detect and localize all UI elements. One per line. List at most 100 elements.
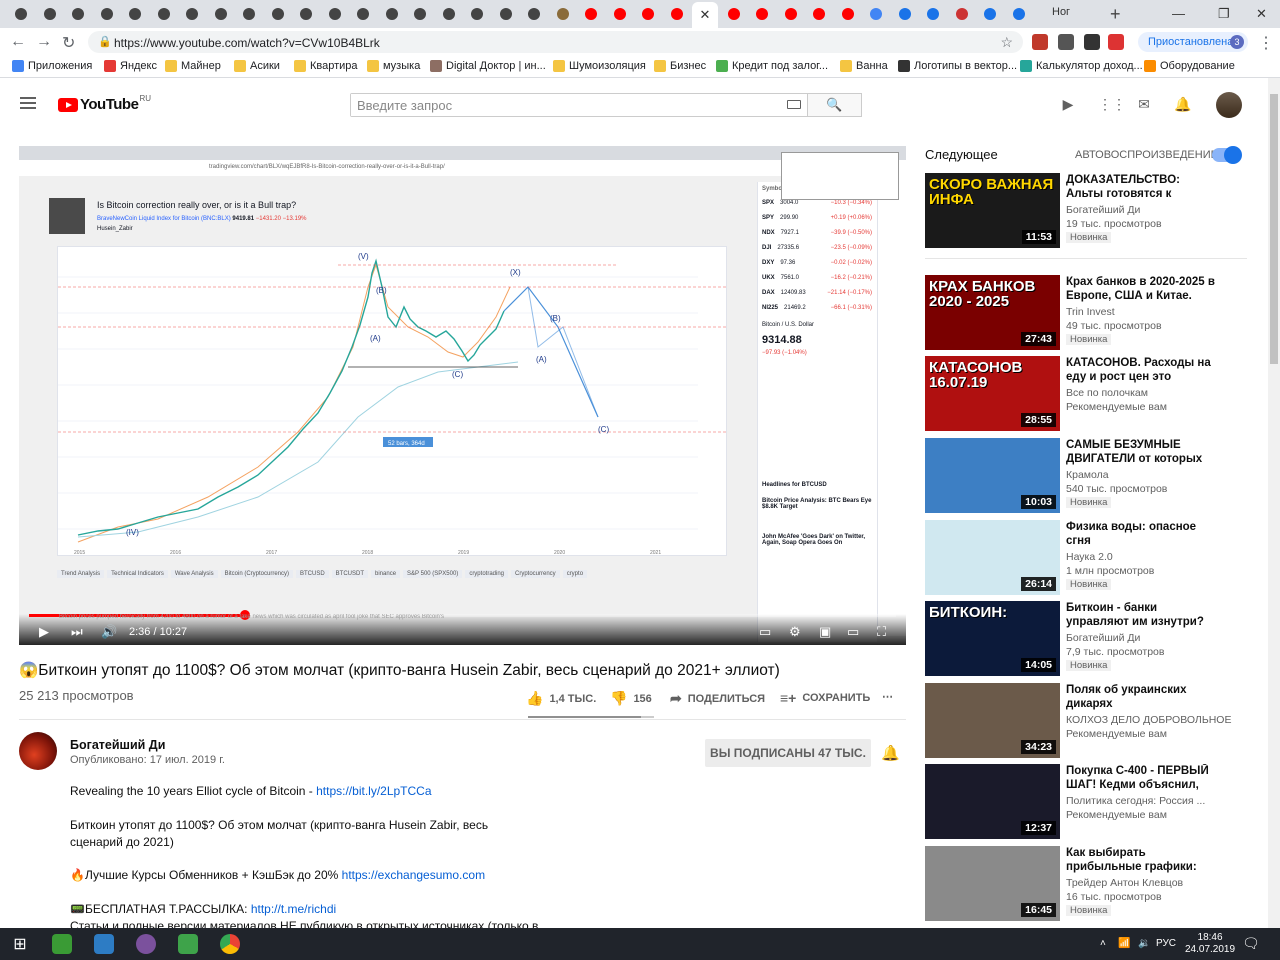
windows-start-icon[interactable]: ⊞ <box>10 934 30 954</box>
browser-tab[interactable] <box>8 4 34 24</box>
browser-tab[interactable] <box>949 4 975 24</box>
reload-icon[interactable]: ↻ <box>62 33 75 53</box>
recommended-video-title[interactable]: Поляк об украинских дикарях <box>1066 683 1218 711</box>
url-text[interactable]: https://www.youtube.com/watch?v=CVw10B4B… <box>114 36 380 50</box>
browser-tab[interactable] <box>721 4 747 24</box>
browser-tab[interactable] <box>37 4 63 24</box>
bookmark-item[interactable]: Digital Доктор | ин... <box>430 60 546 72</box>
play-icon[interactable]: ▶ <box>39 624 49 640</box>
extension-icon[interactable] <box>1084 34 1100 50</box>
video-thumbnail[interactable]: 12:37 <box>925 764 1060 839</box>
browser-tab[interactable] <box>664 4 690 24</box>
action-center-icon[interactable]: 🗨 <box>1242 935 1260 952</box>
recommended-video[interactable]: 10:03 САМЫЕ БЕЗУМНЫЕ ДВИГАТЕЛИ от которых… <box>925 438 1255 514</box>
browser-tab[interactable] <box>464 4 490 24</box>
bookmark-item[interactable]: Бизнес <box>654 60 706 72</box>
bookmark-item[interactable]: Ванна <box>840 60 888 72</box>
theater-mode-icon[interactable]: ▭ <box>847 624 859 640</box>
bookmark-item[interactable]: Логотипы в вектор... <box>898 60 1017 72</box>
description-link[interactable]: https://exchangesumo.com <box>342 868 485 882</box>
recommended-video-title[interactable]: Физика воды: опасное сгня <box>1066 520 1218 548</box>
restore-window-icon[interactable]: ❐ <box>1218 6 1230 22</box>
subscribed-button[interactable]: ВЫ ПОДПИСАНЫ 47 ТЫС. <box>705 739 871 767</box>
video-thumbnail[interactable]: БИТКОИН: 14:05 <box>925 601 1060 676</box>
video-thumbnail[interactable]: 26:14 <box>925 520 1060 595</box>
miniplayer-icon[interactable]: ▣ <box>819 624 831 640</box>
account-avatar[interactable] <box>1216 92 1242 118</box>
video-thumbnail[interactable]: КАТАСОНОВ 16.07.19 28:55 <box>925 356 1060 431</box>
recommended-video-title[interactable]: КАТАСОНОВ. Расходы на еду и рост цен это… <box>1066 356 1218 384</box>
extension-icon[interactable] <box>1032 34 1048 50</box>
recommended-channel-name[interactable]: Политика сегодня: Россия ... <box>1066 795 1205 807</box>
notification-bell-icon[interactable]: 🔔 <box>881 744 900 762</box>
more-actions-icon[interactable]: ⋯ <box>882 690 893 703</box>
recommended-video[interactable]: 26:14 Физика воды: опасное сгня Наука 2.0 1… <box>925 520 1255 596</box>
next-icon[interactable]: ⏭ <box>71 624 83 640</box>
browser-tab[interactable] <box>236 4 262 24</box>
recommended-channel-name[interactable]: Наука 2.0 <box>1066 551 1113 563</box>
recommended-video-title[interactable]: Как выбирать прибыльные графики: самые п… <box>1066 846 1218 874</box>
search-button[interactable]: 🔍 <box>808 93 862 117</box>
bookmark-item[interactable]: Оборудование <box>1144 60 1235 72</box>
browser-tab[interactable] <box>293 4 319 24</box>
recommended-video[interactable]: СКОРО ВАЖНАЯ ИНФА 11:53 ДОКАЗАТЕЛЬСТВО: Ал… <box>925 173 1255 249</box>
back-icon[interactable]: ← <box>10 33 26 51</box>
news-item[interactable]: Bitcoin Price Analysis: BTC Bears Eye $8… <box>762 498 872 510</box>
browser-tab[interactable] <box>778 4 804 24</box>
recommended-video[interactable]: КАТАСОНОВ 16.07.19 28:55 КАТАСОНОВ. Расход… <box>925 356 1255 432</box>
system-clock[interactable]: 18:46 24.07.2019 <box>1185 932 1235 956</box>
like-button[interactable]: 👍 1,4 ТЫС. <box>526 690 596 707</box>
browser-tab[interactable] <box>122 4 148 24</box>
recommended-video-title[interactable]: САМЫЕ БЕЗУМНЫЕ ДВИГАТЕЛИ от которых у... <box>1066 438 1218 466</box>
forward-icon[interactable]: → <box>36 33 52 51</box>
browser-tab[interactable] <box>977 4 1003 24</box>
close-window-icon[interactable]: ✕ <box>1256 6 1267 22</box>
video-thumbnail[interactable]: СКОРО ВАЖНАЯ ИНФА 11:53 <box>925 173 1060 248</box>
browser-tab[interactable] <box>322 4 348 24</box>
hamburger-menu-icon[interactable] <box>20 97 36 109</box>
menu-icon[interactable]: ⋮ <box>1258 33 1274 53</box>
subtitles-icon[interactable]: ▭ <box>759 624 771 640</box>
apps-grid-icon[interactable]: ⋮⋮ <box>1098 96 1126 112</box>
messages-icon[interactable]: ✉ <box>1136 96 1152 112</box>
create-video-icon[interactable]: ▶ <box>1060 96 1076 112</box>
browser-tab[interactable] <box>635 4 661 24</box>
browser-tab[interactable] <box>835 4 861 24</box>
keyboard-icon[interactable] <box>787 100 801 109</box>
video-thumbnail[interactable]: 34:23 <box>925 683 1060 758</box>
video-thumbnail[interactable]: 10:03 <box>925 438 1060 513</box>
volume-tray-icon[interactable]: 🔉 <box>1138 938 1150 949</box>
browser-tab[interactable] <box>920 4 946 24</box>
browser-tab[interactable] <box>806 4 832 24</box>
extension-icon[interactable] <box>1108 34 1124 50</box>
browser-tab[interactable] <box>208 4 234 24</box>
browser-tab[interactable] <box>607 4 633 24</box>
bookmark-item[interactable]: Яндекс <box>104 60 157 72</box>
youtube-logo[interactable]: YouTube RU <box>58 94 151 113</box>
browser-tab[interactable]: ✕ <box>692 2 718 28</box>
recommended-video-title[interactable]: Крах банков в 2020-2025 в Европе, США и … <box>1066 275 1218 303</box>
recommended-video[interactable]: 12:37 Покупка С-400 - ПЕРВЫЙ ШАГ! Кедми о… <box>925 764 1255 840</box>
browser-tab[interactable] <box>863 4 889 24</box>
address-bar[interactable]: 🔒 https://www.youtube.com/watch?v=CVw10B… <box>88 31 1023 53</box>
recommended-channel-name[interactable]: Трейдер Антон Клевцов <box>1066 877 1183 889</box>
search-input[interactable] <box>351 94 771 116</box>
browser-tab[interactable] <box>892 4 918 24</box>
tab-title[interactable]: Ног <box>1052 6 1070 18</box>
share-button[interactable]: ➦ ПОДЕЛИТЬСЯ <box>670 690 765 707</box>
notifications-bell-icon[interactable]: 🔔 <box>1174 96 1191 112</box>
recommended-video[interactable]: КРАХ БАНКОВ 2020 - 2025 27:43 Крах банков … <box>925 275 1255 351</box>
settings-gear-icon[interactable]: ⚙ <box>789 624 801 640</box>
recommended-video-title[interactable]: Биткоин - банки управляют им изнутри? Кт… <box>1066 601 1218 629</box>
recommended-video-title[interactable]: Покупка С-400 - ПЕРВЫЙ ШАГ! Кедми объясн… <box>1066 764 1218 792</box>
news-item[interactable]: John McAfee 'Goes Dark' on Twitter, Agai… <box>762 534 872 546</box>
recommended-video-title[interactable]: ДОКАЗАТЕЛЬСТВО: Альты готовятся к взрыву… <box>1066 173 1218 201</box>
dislike-button[interactable]: 👎 156 <box>610 690 652 707</box>
video-player[interactable]: tradingview.com/chart/BLX/wqEJBfR8-Is-Bi… <box>19 146 906 645</box>
viber-icon[interactable] <box>136 934 156 954</box>
browser-tab[interactable] <box>407 4 433 24</box>
bookmark-item[interactable]: Шумоизоляция <box>553 60 646 72</box>
browser-tab[interactable] <box>379 4 405 24</box>
browser-tab[interactable] <box>151 4 177 24</box>
browser-tab[interactable] <box>578 4 604 24</box>
